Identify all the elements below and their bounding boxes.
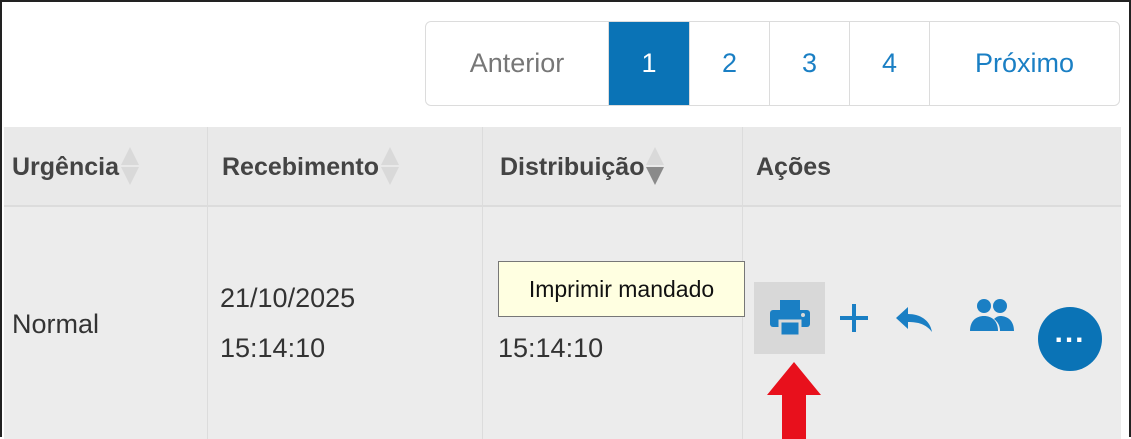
pagination-page-3[interactable]: 3 bbox=[770, 22, 850, 105]
cell-urgencia: Normal bbox=[12, 309, 100, 339]
tooltip: Imprimir mandado bbox=[498, 261, 745, 317]
sort-desc-icon bbox=[646, 147, 665, 187]
column-header-distribuicao[interactable]: Distribuição bbox=[500, 127, 665, 207]
print-icon bbox=[769, 300, 810, 336]
column-divider bbox=[207, 127, 208, 439]
pagination-next-button[interactable]: Próximo bbox=[930, 22, 1119, 105]
column-header-label: Ações bbox=[756, 152, 832, 181]
pagination: Anterior 1 2 3 4 Próximo bbox=[425, 21, 1120, 106]
column-header-urgencia[interactable]: Urgência bbox=[12, 127, 139, 207]
undo-icon[interactable] bbox=[894, 304, 934, 334]
column-header-recebimento[interactable]: Recebimento bbox=[222, 127, 399, 207]
more-actions-button[interactable]: ... bbox=[1038, 307, 1102, 371]
column-divider bbox=[482, 127, 483, 439]
pagination-page-4[interactable]: 4 bbox=[850, 22, 930, 105]
column-header-acoes: Ações bbox=[756, 127, 831, 207]
plus-icon[interactable] bbox=[838, 302, 870, 334]
column-header-label: Recebimento bbox=[222, 152, 379, 181]
sort-icon bbox=[380, 147, 399, 187]
column-header-label: Distribuição bbox=[500, 152, 645, 181]
pagination-page-2[interactable]: 2 bbox=[690, 22, 770, 105]
pagination-previous-button[interactable]: Anterior bbox=[426, 22, 609, 105]
cell-distribuicao-time: 15:14:10 bbox=[498, 333, 604, 363]
red-arrow-annotation bbox=[767, 362, 821, 439]
row-actions: ... bbox=[754, 282, 1114, 371]
sort-icon bbox=[120, 147, 139, 187]
app-frame: Anterior 1 2 3 4 Próximo Urgência Recebi… bbox=[0, 0, 1131, 439]
users-icon[interactable] bbox=[968, 297, 1016, 333]
table-header: Urgência Recebimento Distribuição Ações bbox=[4, 127, 1121, 207]
cell-recebimento-date: 21/10/2025 bbox=[220, 283, 356, 313]
column-header-label: Urgência bbox=[12, 152, 119, 181]
more-icon: ... bbox=[1054, 316, 1086, 349]
cell-recebimento-time: 15:14:10 bbox=[220, 333, 326, 363]
print-button[interactable] bbox=[754, 282, 825, 354]
pagination-page-1[interactable]: 1 bbox=[609, 22, 690, 105]
